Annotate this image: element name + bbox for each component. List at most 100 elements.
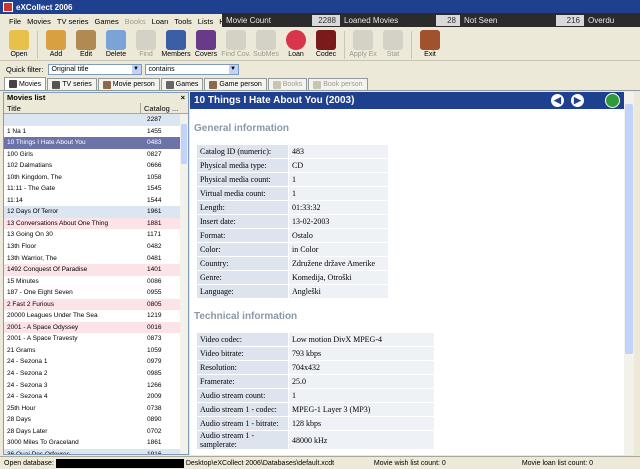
covers-button[interactable]: Covers: [191, 28, 221, 61]
list-item-catalog-id: 1916: [147, 450, 162, 455]
tab-games[interactable]: Games: [160, 78, 204, 90]
list-header: Title Catalog ...: [4, 103, 188, 114]
tab-movie-person[interactable]: Movie person: [97, 78, 160, 90]
list-item-catalog-id: 1058: [147, 173, 162, 181]
list-item[interactable]: 11:14 1544: [4, 195, 188, 207]
tab-books[interactable]: Books: [267, 78, 308, 90]
list-item[interactable]: 11:11 - The Gate 1545: [4, 183, 188, 195]
members-button[interactable]: Members: [161, 28, 191, 61]
list-item[interactable]: 25th Hour 0738: [4, 403, 188, 415]
not-seen-label: Not Seen: [464, 15, 498, 25]
list-item[interactable]: 13 Conversations About One Thing 1881: [4, 217, 188, 230]
edit-button[interactable]: Edit: [71, 28, 101, 61]
status-bar: Open database: Desktop\eXCollect 2006\Da…: [0, 456, 640, 469]
stat-button[interactable]: Stat: [378, 28, 408, 61]
menu-movies[interactable]: Movies: [24, 17, 54, 26]
apply-ex-button[interactable]: Apply Ex: [348, 28, 378, 61]
back-arrow-icon[interactable]: ◀: [551, 94, 564, 107]
list-item[interactable]: 15 Minutes 0086: [4, 276, 188, 288]
delete-button[interactable]: Delete: [101, 28, 131, 61]
filter-field-select[interactable]: Original title ▼: [47, 64, 142, 75]
menu-games[interactable]: Games: [92, 17, 122, 26]
info-row: Insert date: 13-02-2003: [196, 214, 389, 229]
list-scrollbar[interactable]: [180, 114, 188, 454]
list-item[interactable]: 20000 Leagues Under The Sea 1219: [4, 310, 188, 322]
technical-info-title: Technical information: [194, 311, 298, 322]
tab-tv-series[interactable]: TV series: [47, 78, 97, 90]
tab-book-person[interactable]: Book person: [308, 78, 368, 90]
add-button[interactable]: Add: [41, 28, 71, 61]
list-item[interactable]: 10th Kingdom, The 1058: [4, 172, 188, 184]
list-item[interactable]: 28 Days Later 0702: [4, 426, 188, 438]
filter-mode-select[interactable]: contains ▼: [144, 64, 239, 75]
forward-arrow-icon[interactable]: ▶: [571, 94, 584, 107]
info-row: Video bitrate: 793 kbps: [196, 346, 435, 361]
list-item[interactable]: 100 Girls 0827: [4, 149, 188, 161]
find-button[interactable]: Find: [131, 28, 161, 61]
list-item-catalog-id: 0873: [147, 335, 162, 343]
loan-button[interactable]: Loan: [281, 28, 311, 61]
list-item[interactable]: 2 Fast 2 Furious 0805: [4, 298, 188, 311]
category-tabs: Movies TV series Movie person Games Game…: [0, 77, 640, 91]
list-item-title: 10th Kingdom, The: [7, 173, 62, 181]
info-value: 793 kbps: [288, 346, 435, 361]
list-item[interactable]: 12 Days Of Terror 1961: [4, 206, 188, 218]
list-item-title: 28 Days Later: [7, 427, 48, 435]
info-row: Length: 01:33:32: [196, 200, 389, 215]
open-button[interactable]: Open: [4, 28, 34, 61]
info-key: Video bitrate:: [196, 346, 289, 361]
list-item[interactable]: 21 Grams 1059: [4, 345, 188, 357]
list-item[interactable]: 24 - Sezona 4 2009: [4, 391, 188, 403]
menu-loan[interactable]: Loan: [149, 17, 172, 26]
list-item[interactable]: 187 - One Eight Seven 0955: [4, 287, 188, 299]
list-item[interactable]: 13 Going On 30 1171: [4, 229, 188, 241]
menu-books[interactable]: Books: [122, 17, 149, 26]
find-icon: [136, 30, 156, 50]
column-title[interactable]: Title: [4, 103, 141, 113]
info-value: Ostalo: [288, 228, 389, 243]
list-item[interactable]: 24 - Sezona 3 1266: [4, 380, 188, 392]
list-item-catalog-id: 1059: [147, 346, 162, 354]
globe-icon[interactable]: [605, 93, 620, 108]
tab-movies[interactable]: Movies: [4, 77, 47, 90]
menu-file[interactable]: File: [6, 17, 24, 26]
list-item[interactable]: 2287: [4, 114, 188, 126]
list-item[interactable]: 13th Warrior, The 0481: [4, 253, 188, 265]
info-key: Virtual media count:: [196, 186, 289, 201]
exit-button[interactable]: Exit: [415, 28, 445, 61]
info-key: Format:: [196, 228, 289, 243]
list-item[interactable]: 1492 Conquest Of Paradise 1401: [4, 264, 188, 276]
tab-game-person[interactable]: Game person: [204, 78, 267, 90]
detail-scrollbar[interactable]: [624, 92, 634, 455]
list-item[interactable]: 24 - Sezona 1 0979: [4, 356, 188, 368]
list-item[interactable]: 102 Dalmatians 0666: [4, 160, 188, 172]
info-key: Genre:: [196, 270, 289, 285]
menu-tools[interactable]: Tools: [171, 17, 195, 26]
info-key: Color:: [196, 242, 289, 257]
list-item[interactable]: 10 Things I Hate About You 0483: [4, 137, 188, 149]
list-item[interactable]: 24 - Sezona 2 0985: [4, 368, 188, 380]
list-item[interactable]: 28 Days 0890: [4, 414, 188, 426]
list-item-title: [4, 114, 144, 126]
scrollbar-thumb[interactable]: [181, 124, 187, 164]
menu-lists[interactable]: Lists: [195, 17, 216, 26]
info-key: Language:: [196, 284, 289, 299]
list-item[interactable]: 2001 - A Space Odyssey 0016: [4, 321, 188, 334]
info-value: 13-02-2003: [288, 214, 389, 229]
list-item-title: 25th Hour: [7, 404, 36, 412]
subtitles-button[interactable]: SubMes: [251, 28, 281, 61]
column-catalog[interactable]: Catalog ...: [141, 103, 181, 113]
list-item[interactable]: 13th Floor 0482: [4, 241, 188, 253]
movies-list-rows: 2287 1 Na 1 1455 10 Things I Hate About You…: [4, 114, 188, 455]
list-item-catalog-id: 1861: [147, 439, 162, 447]
codec-button[interactable]: Codec: [311, 28, 341, 61]
chevron-down-icon: ▼: [228, 65, 238, 74]
list-item[interactable]: 1 Na 1 1455: [4, 126, 188, 138]
close-icon[interactable]: ×: [181, 93, 185, 103]
scrollbar-thumb[interactable]: [625, 104, 633, 354]
menu-tv-series[interactable]: TV series: [54, 17, 92, 26]
list-item[interactable]: 2001 - A Space Travesty 0873: [4, 333, 188, 345]
list-item[interactable]: 3000 Miles To Graceland 1861: [4, 437, 188, 449]
list-item[interactable]: 36 Quai Des Orfevres 1916: [4, 448, 188, 455]
find-cover-button[interactable]: Find Cov.: [221, 28, 251, 61]
